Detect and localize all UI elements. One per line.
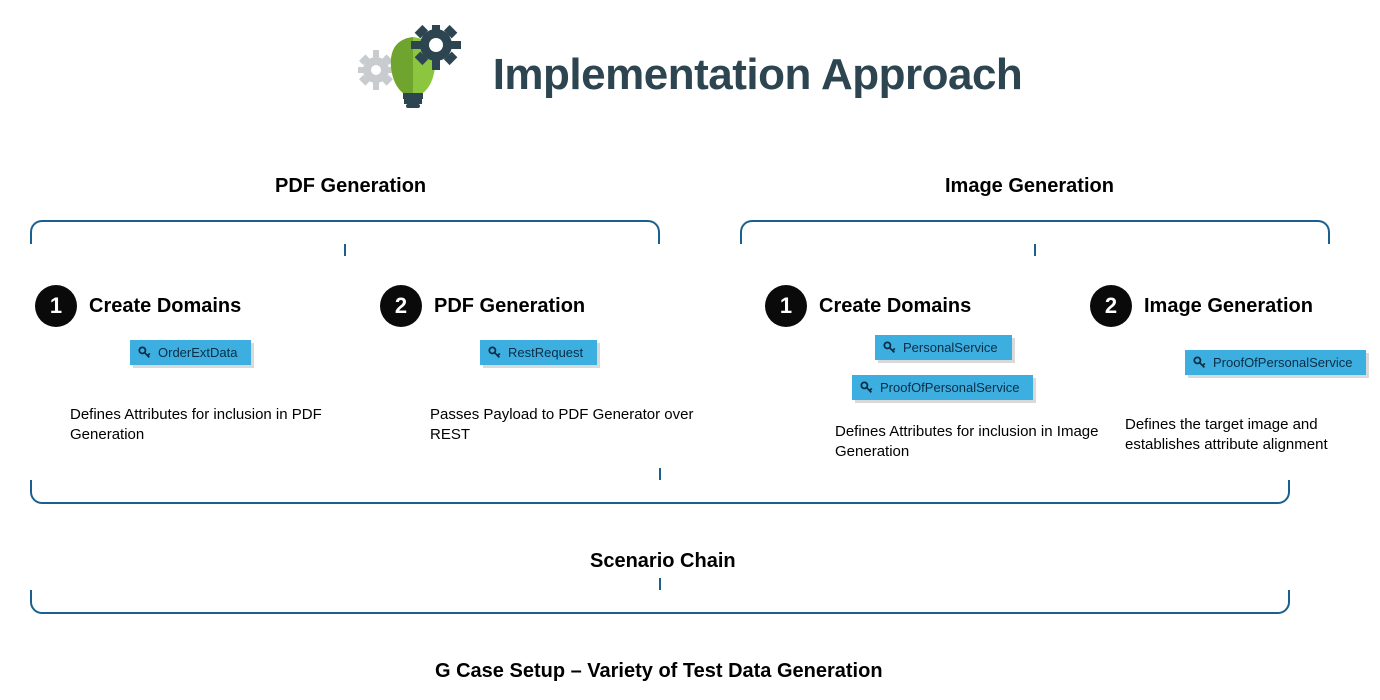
step-pdf-1: 1 Create Domains (35, 285, 241, 327)
step-number-circle: 2 (1090, 285, 1132, 327)
chip-personalservice: PersonalService (875, 335, 1012, 360)
key-icon (1193, 356, 1207, 370)
step-number-circle: 2 (380, 285, 422, 327)
step-desc: Defines the target image and establishes… (1125, 415, 1380, 456)
header: Implementation Approach (0, 0, 1380, 125)
bracket-pdf (30, 220, 660, 244)
chip-orderextdata: OrderExtData (130, 340, 251, 365)
scenario-chain-label: Scenario Chain (590, 550, 736, 573)
bracket-footer (30, 590, 1290, 614)
chip-label: ProofOfPersonalService (880, 380, 1019, 395)
step-img-1: 1 Create Domains (765, 285, 971, 327)
chip-label: OrderExtData (158, 345, 237, 360)
bracket-scenario-chain (30, 480, 1290, 504)
section-label-image: Image Generation (945, 175, 1114, 198)
chip-label: ProofOfPersonalService (1213, 355, 1352, 370)
key-icon (488, 346, 502, 360)
chip-label: RestRequest (508, 345, 583, 360)
step-desc: Passes Payload to PDF Generator over RES… (430, 405, 710, 446)
step-pdf-2: 2 PDF Generation (380, 285, 585, 327)
chip-restrequest: RestRequest (480, 340, 597, 365)
step-title: Image Generation (1144, 295, 1313, 318)
step-title: PDF Generation (434, 295, 585, 318)
page-title: Implementation Approach (493, 50, 1023, 100)
key-icon (860, 381, 874, 395)
step-number-circle: 1 (35, 285, 77, 327)
chip-label: PersonalService (903, 340, 998, 355)
chip-proofofpersonalservice: ProofOfPersonalService (852, 375, 1033, 400)
step-desc: Defines Attributes for inclusion in Imag… (835, 422, 1115, 463)
chip-proofofpersonalservice-2: ProofOfPersonalService (1185, 350, 1366, 375)
footer-label: G Case Setup – Variety of Test Data Gene… (435, 660, 883, 683)
step-img-2: 2 Image Generation (1090, 285, 1313, 327)
section-label-pdf: PDF Generation (275, 175, 426, 198)
step-desc: Defines Attributes for inclusion in PDF … (70, 405, 350, 446)
step-title: Create Domains (89, 295, 241, 318)
logo-icon (358, 25, 468, 125)
key-icon (138, 346, 152, 360)
step-number-circle: 1 (765, 285, 807, 327)
bracket-image (740, 220, 1330, 244)
step-title: Create Domains (819, 295, 971, 318)
key-icon (883, 341, 897, 355)
